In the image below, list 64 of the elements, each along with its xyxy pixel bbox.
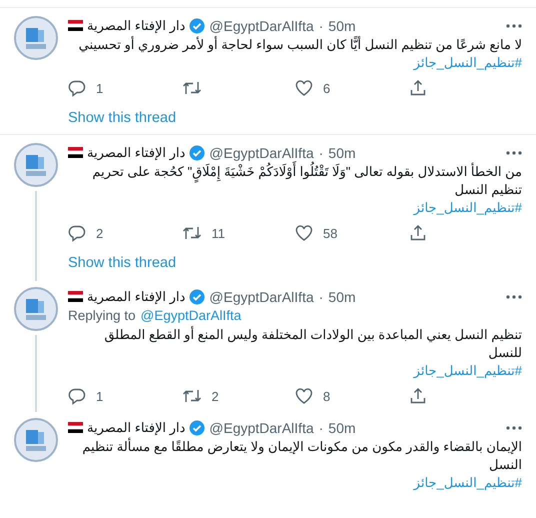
reply-icon[interactable]: [68, 224, 86, 242]
author-handle[interactable]: @EgyptDarAlIfta: [209, 18, 314, 34]
avatar-logo[interactable]: [14, 16, 58, 60]
retweet-count: 11: [212, 226, 225, 240]
flag-icon: [68, 147, 83, 158]
tweet-time[interactable]: 50m: [328, 18, 356, 34]
separator-dot: ·: [318, 18, 324, 34]
separator-dot: ·: [318, 144, 324, 160]
replying-label: Replying to: [68, 307, 136, 325]
like-count: 6: [323, 80, 330, 96]
tweet-text: تنظيم النسل يعني المباعدة بين الولادات المختلفة وليس المنع أو القطع المطلق للنسل: [103, 326, 522, 362]
retweet-icon[interactable]: [182, 79, 202, 97]
reply-icon[interactable]: [68, 79, 86, 97]
tweet-time[interactable]: 50m: [328, 144, 356, 160]
heart-icon[interactable]: [295, 79, 313, 97]
more-icon[interactable]: [506, 22, 522, 28]
tweet-time[interactable]: 50m: [328, 288, 356, 304]
reply-handle-link[interactable]: @EgyptDarAlIfta: [140, 306, 242, 325]
avatar-logo[interactable]: [14, 143, 58, 187]
author-name[interactable]: دار الإفتاء المصرية: [87, 18, 186, 34]
tweet-text: من الخطأ الاستدلال بقوله تعالى "وَلَا تَقْتُلُوا أَوْلَادَكُمْ خَشْيَةَ إِمْلَاقٍ" كحُجة على تحريم تنظيم النسل: [68, 163, 522, 199]
retweet-icon[interactable]: [182, 387, 202, 405]
flag-icon: [68, 291, 83, 302]
author-handle[interactable]: @EgyptDarAlIfta: [209, 420, 314, 436]
reply-count: 1: [96, 388, 104, 404]
flag-icon: [68, 422, 83, 433]
show-thread-link[interactable]: Show this thread: [68, 255, 176, 271]
verified-badge-icon: [189, 18, 206, 34]
more-icon[interactable]: [506, 424, 522, 430]
verified-badge-icon: [189, 288, 206, 304]
share-icon[interactable]: [408, 79, 426, 97]
hashtag-link[interactable]: #تنظيم_النسل_جائز: [414, 55, 522, 70]
show-thread-link[interactable]: Show this thread: [68, 110, 176, 126]
share-icon[interactable]: [408, 224, 426, 242]
like-count: 58: [323, 226, 338, 240]
more-icon[interactable]: [506, 294, 522, 300]
hashtag-link[interactable]: #تنظيم_النسل_جائز: [414, 475, 522, 490]
separator-dot: ·: [318, 288, 324, 304]
retweet-count: 2: [212, 388, 219, 404]
retweet-icon[interactable]: [182, 224, 202, 242]
tweet-text: الإيمان بالقضاء والقدر مكون من مكونات الإيمان ولا يتعارض مطلقًا مع مسألة تنظيم النسل: [81, 438, 522, 474]
author-name[interactable]: دار الإفتاء المصرية: [87, 288, 186, 304]
avatar-logo[interactable]: [14, 418, 58, 462]
flag-icon: [68, 20, 83, 31]
heart-icon[interactable]: [295, 224, 313, 242]
author-handle[interactable]: @EgyptDarAlIfta: [209, 144, 314, 160]
more-icon[interactable]: [506, 150, 522, 156]
heart-icon[interactable]: [295, 387, 313, 405]
author-name[interactable]: دار الإفتاء المصرية: [87, 144, 186, 160]
reply-count: 2: [96, 226, 104, 240]
author-name[interactable]: دار الإفتاء المصرية: [87, 420, 186, 436]
reply-count: 1: [96, 80, 104, 96]
tweet-text: لا مانع شرعًا من تنظيم النسل أيًّا كان السبب سواء لحاجة أو لأمر ضروري أو تحسيني: [78, 36, 522, 54]
avatar-logo[interactable]: [14, 287, 58, 331]
verified-badge-icon: [189, 420, 206, 436]
tweet-time[interactable]: 50m: [328, 420, 356, 436]
hashtag-link[interactable]: #تنظيم_النسل_جائز: [414, 200, 522, 215]
author-handle[interactable]: @EgyptDarAlIfta: [209, 288, 314, 304]
separator-dot: ·: [318, 420, 324, 436]
hashtag-link[interactable]: #تنظيم_النسل_جائز: [414, 363, 522, 378]
share-icon[interactable]: [408, 387, 426, 405]
reply-icon[interactable]: [68, 387, 86, 405]
like-count: 8: [323, 388, 330, 404]
verified-badge-icon: [189, 144, 206, 160]
